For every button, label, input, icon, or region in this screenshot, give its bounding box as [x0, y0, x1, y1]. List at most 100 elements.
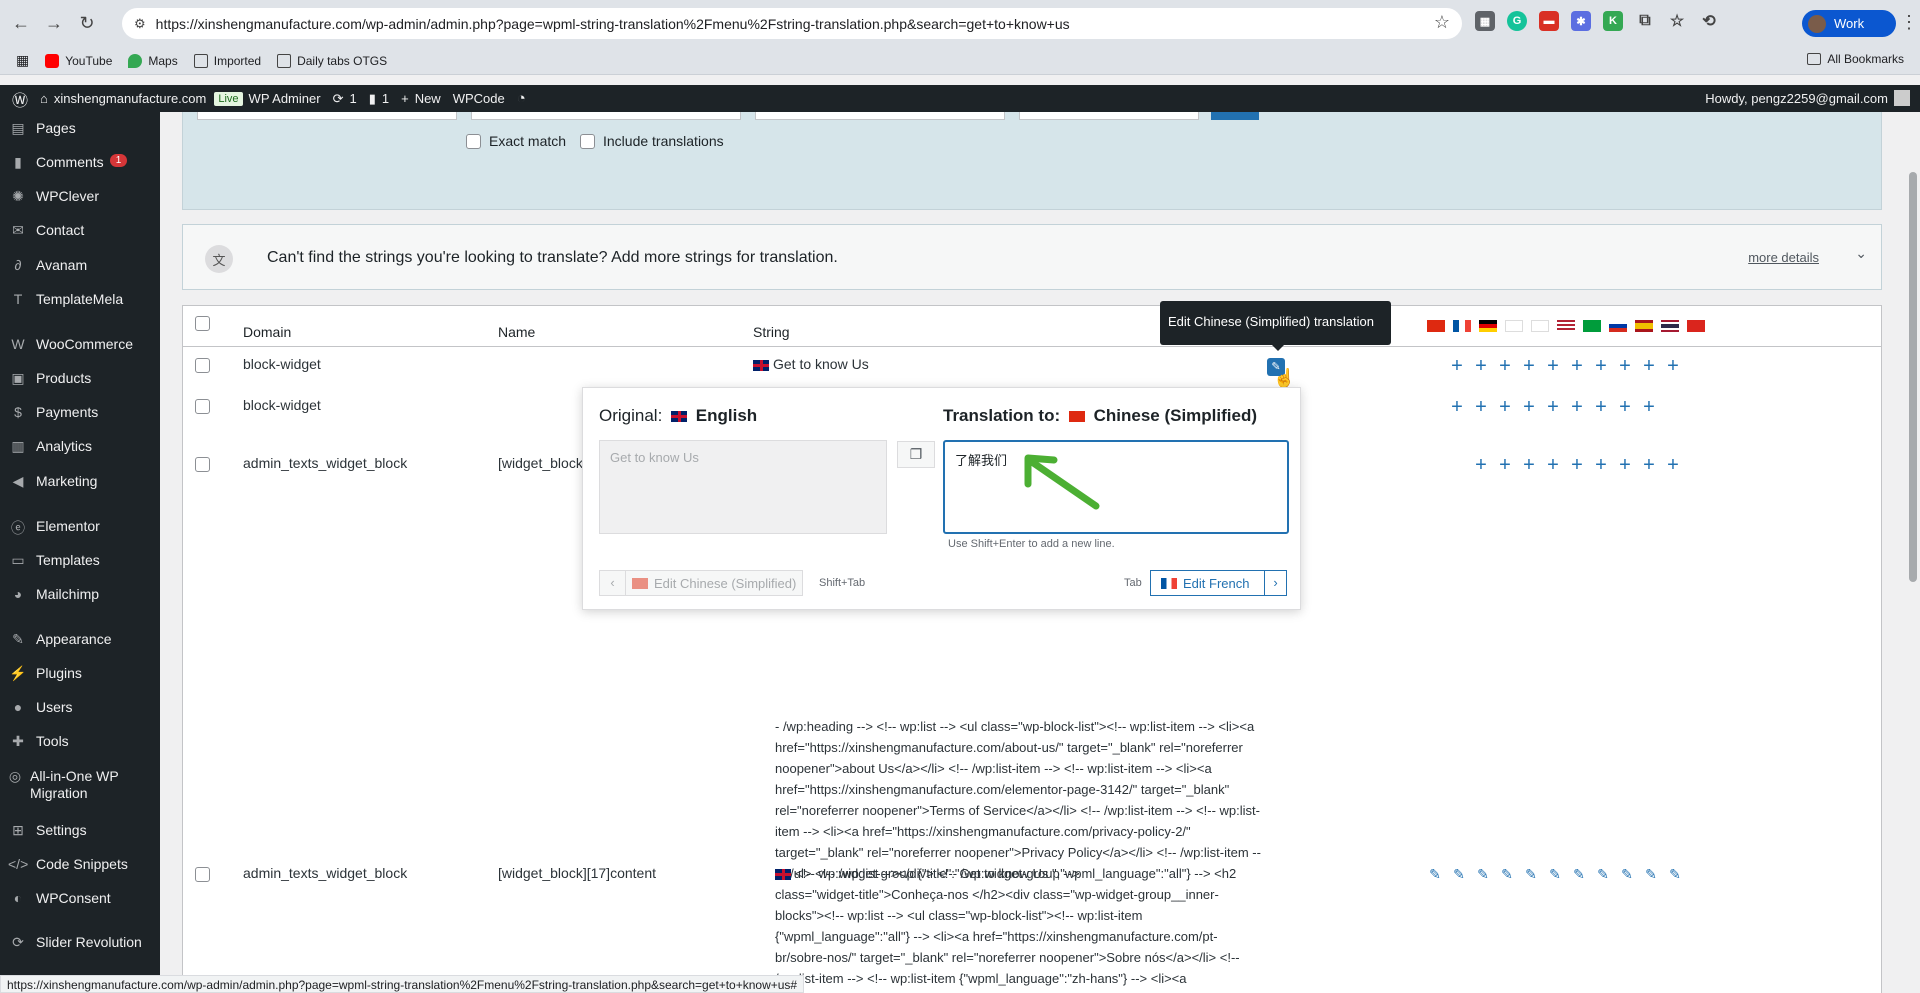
add-translation-icon[interactable]: +: [1569, 455, 1585, 475]
column-header-domain[interactable]: Domain: [243, 324, 291, 340]
select-all-checkbox[interactable]: [195, 316, 210, 331]
add-translation-icon[interactable]: +: [1665, 455, 1681, 475]
all-bookmarks[interactable]: All Bookmarks: [1807, 52, 1904, 66]
add-translation-icon[interactable]: +: [1449, 397, 1465, 417]
exact-match-checkbox[interactable]: Exact match: [466, 133, 566, 149]
add-translation-icon[interactable]: +: [1521, 397, 1537, 417]
add-translation-icon[interactable]: +: [1593, 356, 1609, 376]
add-translation-icon[interactable]: +: [1593, 455, 1609, 475]
row-checkbox[interactable]: [195, 358, 210, 373]
apps-icon[interactable]: ▦: [16, 52, 29, 69]
bookmark-maps[interactable]: Maps: [128, 53, 178, 68]
add-translation-icon[interactable]: +: [1569, 397, 1585, 417]
wordpress-logo-icon[interactable]: Ⓦ: [12, 87, 28, 111]
sidebar-item-woocommerce[interactable]: W WooCommerce: [0, 336, 160, 352]
sidebar-item-wpclever[interactable]: ✺ WPClever: [0, 188, 160, 205]
add-translation-icon[interactable]: +: [1641, 397, 1657, 417]
add-translation-icon[interactable]: +: [1617, 356, 1633, 376]
reload-icon[interactable]: ↻: [75, 12, 99, 36]
sidebar-item-marketing[interactable]: ◀ Marketing: [0, 473, 160, 490]
puzzle-icon[interactable]: ⧉: [1635, 11, 1655, 31]
add-translation-icon[interactable]: +: [1497, 356, 1513, 376]
bookmark-imported[interactable]: Imported: [193, 53, 261, 68]
new-content-link[interactable]: + New: [401, 91, 441, 106]
sidebar-item-analytics[interactable]: ▥ Analytics: [0, 438, 160, 455]
site-info-icon[interactable]: ⚙: [134, 16, 146, 32]
sidebar-item-migration[interactable]: ◎ All-in-One WP Migration: [0, 768, 135, 802]
add-translation-icon[interactable]: +: [1497, 397, 1513, 417]
address-bar[interactable]: ⚙ https://xinshengmanufacture.com/wp-adm…: [122, 8, 1462, 39]
sidebar-item-mailchimp[interactable]: ◕ Mailchimp: [0, 586, 160, 602]
edit-translation-icon[interactable]: ✎: [1475, 866, 1491, 882]
sidebar-item-templates[interactable]: ▭ Templates: [0, 552, 160, 569]
add-translation-icon[interactable]: +: [1449, 356, 1465, 376]
bookmark-youtube[interactable]: YouTube: [45, 53, 112, 68]
bookmarks-icon[interactable]: ☆: [1667, 11, 1687, 31]
sidebar-item-appearance[interactable]: ✎ Appearance: [0, 631, 160, 648]
extension-red-icon[interactable]: ▬: [1539, 11, 1559, 31]
sidebar-item-settings[interactable]: ⊞ Settings: [0, 822, 160, 839]
page-scrollbar[interactable]: [1906, 112, 1920, 993]
checkbox[interactable]: [466, 133, 481, 149]
sidebar-item-slider-revolution[interactable]: ⟳ Slider Revolution: [0, 934, 160, 951]
edit-translation-icon[interactable]: ✎: [1499, 866, 1515, 882]
search-button[interactable]: [1211, 112, 1259, 120]
add-translation-icon[interactable]: +: [1545, 455, 1561, 475]
profile-button[interactable]: Work: [1802, 10, 1896, 37]
row-checkbox[interactable]: [195, 399, 210, 414]
add-translation-icon[interactable]: +: [1473, 397, 1489, 417]
translation-textarea[interactable]: 了解我们: [943, 440, 1289, 534]
filter-input[interactable]: [1019, 112, 1199, 120]
grammarly-icon[interactable]: G: [1507, 11, 1527, 31]
edit-translation-icon[interactable]: ✎: [1571, 866, 1587, 882]
sidebar-item-contact[interactable]: ✉ Contact: [0, 222, 160, 239]
checkbox[interactable]: [580, 133, 595, 149]
sidebar-item-templatemela[interactable]: T TemplateMela: [0, 291, 160, 307]
sidebar-item-users[interactable]: ● Users: [0, 699, 160, 715]
wpml-icon[interactable]: ◔: [517, 90, 526, 107]
back-icon[interactable]: ←: [9, 12, 33, 36]
chevron-down-icon[interactable]: ⌄: [1855, 245, 1867, 262]
forward-icon[interactable]: →: [42, 12, 66, 36]
filter-input[interactable]: [755, 112, 1005, 120]
filter-input[interactable]: [471, 112, 741, 120]
more-menu-icon[interactable]: ⋮: [1900, 12, 1918, 33]
sidebar-item-comments[interactable]: ▮ Comments 1: [0, 154, 160, 171]
add-translation-icon[interactable]: +: [1545, 356, 1561, 376]
extension-gear-icon[interactable]: ✱: [1571, 11, 1591, 31]
add-translation-icon[interactable]: +: [1521, 455, 1537, 475]
sidebar-item-payments[interactable]: $ Payments: [0, 404, 160, 420]
edit-translation-icon[interactable]: ✎: [1595, 866, 1611, 882]
account-menu[interactable]: Howdy, pengz2259@gmail.com: [1705, 90, 1910, 106]
history-icon[interactable]: ⟲: [1699, 11, 1719, 31]
sidebar-item-tools[interactable]: ✚ Tools: [0, 733, 160, 750]
add-translation-icon[interactable]: +: [1545, 397, 1561, 417]
site-name-link[interactable]: ⌂ xinshengmanufacture.com: [40, 91, 206, 106]
add-translation-icon[interactable]: +: [1617, 455, 1633, 475]
column-header-name[interactable]: Name: [498, 324, 535, 340]
add-translation-icon[interactable]: +: [1521, 356, 1537, 376]
sidebar-item-avanam[interactable]: ∂ Avanam: [0, 257, 160, 273]
row-checkbox[interactable]: [195, 867, 210, 882]
add-translation-icon[interactable]: +: [1497, 455, 1513, 475]
add-translation-icon[interactable]: +: [1593, 397, 1609, 417]
scrollbar-thumb[interactable]: [1909, 172, 1917, 582]
extension-k-icon[interactable]: K: [1603, 11, 1623, 31]
extension-icon[interactable]: ▦: [1475, 11, 1495, 31]
edit-translation-icon[interactable]: ✎: [1451, 866, 1467, 882]
updates-link[interactable]: ⟳ 1: [333, 91, 357, 107]
add-translation-icon[interactable]: +: [1473, 356, 1489, 376]
bookmark-daily-tabs[interactable]: Daily tabs OTGS: [277, 53, 387, 68]
edit-translation-icon[interactable]: ✎: [1523, 866, 1539, 882]
column-header-string[interactable]: String: [753, 324, 790, 340]
filter-input[interactable]: [197, 112, 457, 120]
sidebar-item-elementor[interactable]: ⓔ Elementor: [0, 518, 160, 538]
sidebar-item-wpconsent[interactable]: ◐ WPConsent: [0, 890, 160, 906]
comments-link[interactable]: ▮ 1: [369, 91, 389, 107]
add-translation-icon[interactable]: +: [1641, 455, 1657, 475]
wp-adminer-link[interactable]: WP Adminer: [249, 91, 321, 106]
add-translation-icon[interactable]: +: [1641, 356, 1657, 376]
sidebar-item-code-snippets[interactable]: </> Code Snippets: [0, 856, 160, 872]
edit-translation-icon[interactable]: ✎: [1643, 866, 1659, 882]
include-translations-checkbox[interactable]: Include translations: [580, 133, 724, 149]
